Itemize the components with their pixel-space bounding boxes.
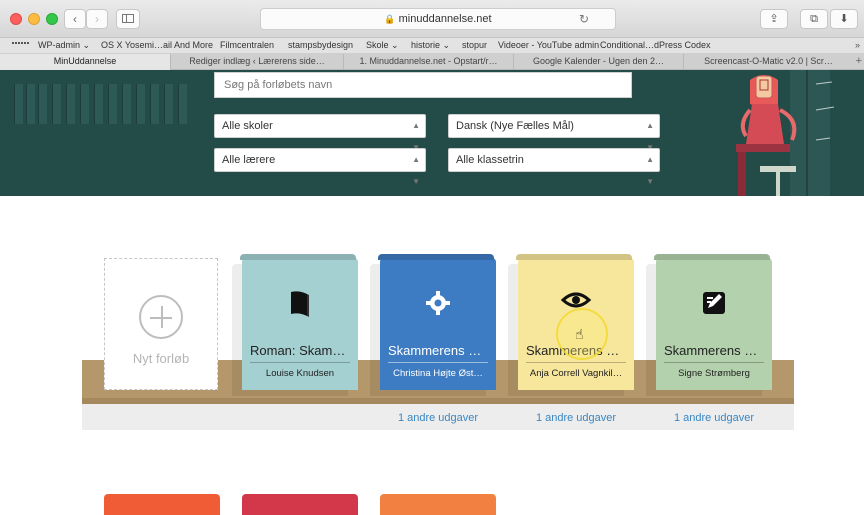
bookmark-item[interactable]: Filmcentralen (220, 38, 274, 53)
sidebar-icon (122, 14, 134, 23)
school-select[interactable]: Alle skoler▲▼ (214, 114, 426, 152)
bookmark-item[interactable]: WP-admin ⌄ (38, 38, 90, 53)
title-divider (664, 362, 764, 363)
new-course-label: Nyt forløb (132, 351, 190, 366)
forward-button[interactable]: › (86, 9, 108, 29)
tab-bar: MinUddannelse Rediger indlæg ‹ Lærerens … (0, 54, 864, 70)
course-book-card[interactable]: Skammerens d… Signe Strømberg (656, 258, 772, 390)
school-select-value: Alle skoler (222, 120, 273, 132)
course-author: Louise Knudsen (265, 368, 335, 379)
zoom-window-button[interactable] (46, 13, 58, 25)
bookmark-item[interactable]: stampsbydesign (288, 38, 353, 53)
filter-header: Søg på forløbets navn Alle skoler▲▼ Alle… (0, 70, 864, 196)
course-author: Signe Strømberg (678, 368, 750, 379)
tab-rediger-indlaeg[interactable]: Rediger indlæg ‹ Lærerens side… (170, 54, 343, 70)
course-book-card[interactable] (380, 494, 496, 515)
bookmarks-bar: WP-admin ⌄ OS X Yosemi…ail And More Film… (0, 38, 864, 54)
sidebar-toggle-button[interactable] (116, 9, 140, 29)
subject-select-value: Dansk (Nye Fælles Mål) (456, 120, 574, 132)
bookmark-item[interactable]: Videoer - YouTube admin (498, 38, 599, 53)
plus-circle-icon (139, 295, 183, 339)
select-arrows-icon: ▲▼ (646, 155, 654, 186)
edit-note-icon (656, 290, 772, 321)
book-icon (242, 290, 358, 323)
course-author: Christina Højte Øst… (393, 368, 483, 379)
course-search-input[interactable]: Søg på forløbets navn (214, 72, 632, 98)
bookshelf-illustration (0, 70, 200, 196)
lock-icon: 🔒 (384, 14, 396, 24)
grade-select-value: Alle klassetrin (456, 154, 524, 166)
top-sites-icon[interactable] (12, 42, 29, 50)
show-tabs-button[interactable]: ⧉ (800, 9, 828, 29)
browser-window: ‹ › 🔒 minuddannelse.net ↻ ⇪ ⧉ ⬇ WP-admin … (0, 0, 864, 515)
bookmark-item[interactable]: Skole ⌄ (366, 38, 399, 53)
course-author: Anja Correll Vagnkil… (529, 368, 623, 379)
share-icon: ⇪ (769, 13, 779, 25)
tab-minuddannelse-opstart[interactable]: 1. Minuddannelse.net - Opstart/r… (343, 54, 513, 70)
select-arrows-icon: ▲▼ (412, 155, 420, 186)
teacher-select[interactable]: Alle lærere ▲ ▼ (214, 148, 426, 186)
subject-select[interactable]: Dansk (Nye Fælles Mål)▲▼ (448, 114, 660, 152)
course-book-card[interactable]: Roman: Skam… Louise Knudsen (242, 258, 358, 390)
more-bookmarks-button[interactable]: » (855, 38, 860, 53)
browser-toolbar: ‹ › 🔒 minuddannelse.net ↻ ⇪ ⧉ ⬇ (0, 0, 864, 38)
course-title: Skammerens D… (388, 343, 488, 358)
minimize-window-button[interactable] (28, 13, 40, 25)
teacher-illustration (736, 70, 835, 196)
bookmark-item[interactable]: historie ⌄ (411, 38, 450, 53)
chevron-left-icon: ‹ (73, 12, 77, 26)
reload-icon[interactable]: ↻ (579, 9, 589, 29)
downloads-button[interactable]: ⬇ (830, 9, 858, 29)
tab-screencast[interactable]: Screencast-O-Matic v2.0 | Scr… (683, 54, 853, 70)
course-title: Skammerens d… (664, 343, 764, 358)
course-book-card[interactable] (242, 494, 358, 515)
course-shelf-area: Nyt forløb Roman: Skam… Louise Knudsen S… (0, 196, 864, 515)
course-title: Roman: Skam… (250, 343, 346, 358)
close-window-button[interactable] (10, 13, 22, 25)
bookmark-item[interactable]: stopur (462, 38, 487, 53)
hand-cursor-icon: ☝ (575, 326, 584, 342)
gear-icon (380, 290, 496, 321)
other-editions-link[interactable]: 1 andre udgaver (518, 412, 634, 424)
tabs-icon: ⧉ (810, 13, 818, 25)
back-button[interactable]: ‹ (64, 9, 86, 29)
tab-minuddannelse[interactable]: MinUddannelse (0, 54, 170, 70)
new-course-card[interactable]: Nyt forløb (104, 258, 218, 390)
bookmark-item[interactable]: Conditional…dPress Codex (600, 38, 711, 53)
title-divider (388, 362, 488, 363)
title-divider (250, 362, 350, 363)
teacher-select-value: Alle lærere (222, 154, 276, 166)
address-bar[interactable]: 🔒 minuddannelse.net ↻ (260, 8, 616, 30)
tab-google-kalender[interactable]: Google Kalender - Ugen den 2… (513, 54, 683, 70)
download-icon: ⬇ (839, 13, 849, 25)
other-editions-link[interactable]: 1 andre udgaver (380, 412, 496, 424)
other-editions-link[interactable]: 1 andre udgaver (656, 412, 772, 424)
bookmark-item[interactable]: OS X Yosemi…ail And More (101, 38, 213, 53)
share-button[interactable]: ⇪ (760, 9, 788, 29)
course-book-card[interactable] (104, 494, 220, 515)
course-book-card[interactable]: Skammerens D… Christina Højte Øst… (380, 258, 496, 390)
new-tab-button[interactable]: + (856, 54, 862, 69)
title-divider (526, 362, 626, 363)
url-text: minuddannelse.net (398, 13, 492, 25)
grade-select[interactable]: Alle klassetrin ▲ ▼ (448, 148, 660, 186)
chevron-right-icon: › (95, 12, 99, 26)
